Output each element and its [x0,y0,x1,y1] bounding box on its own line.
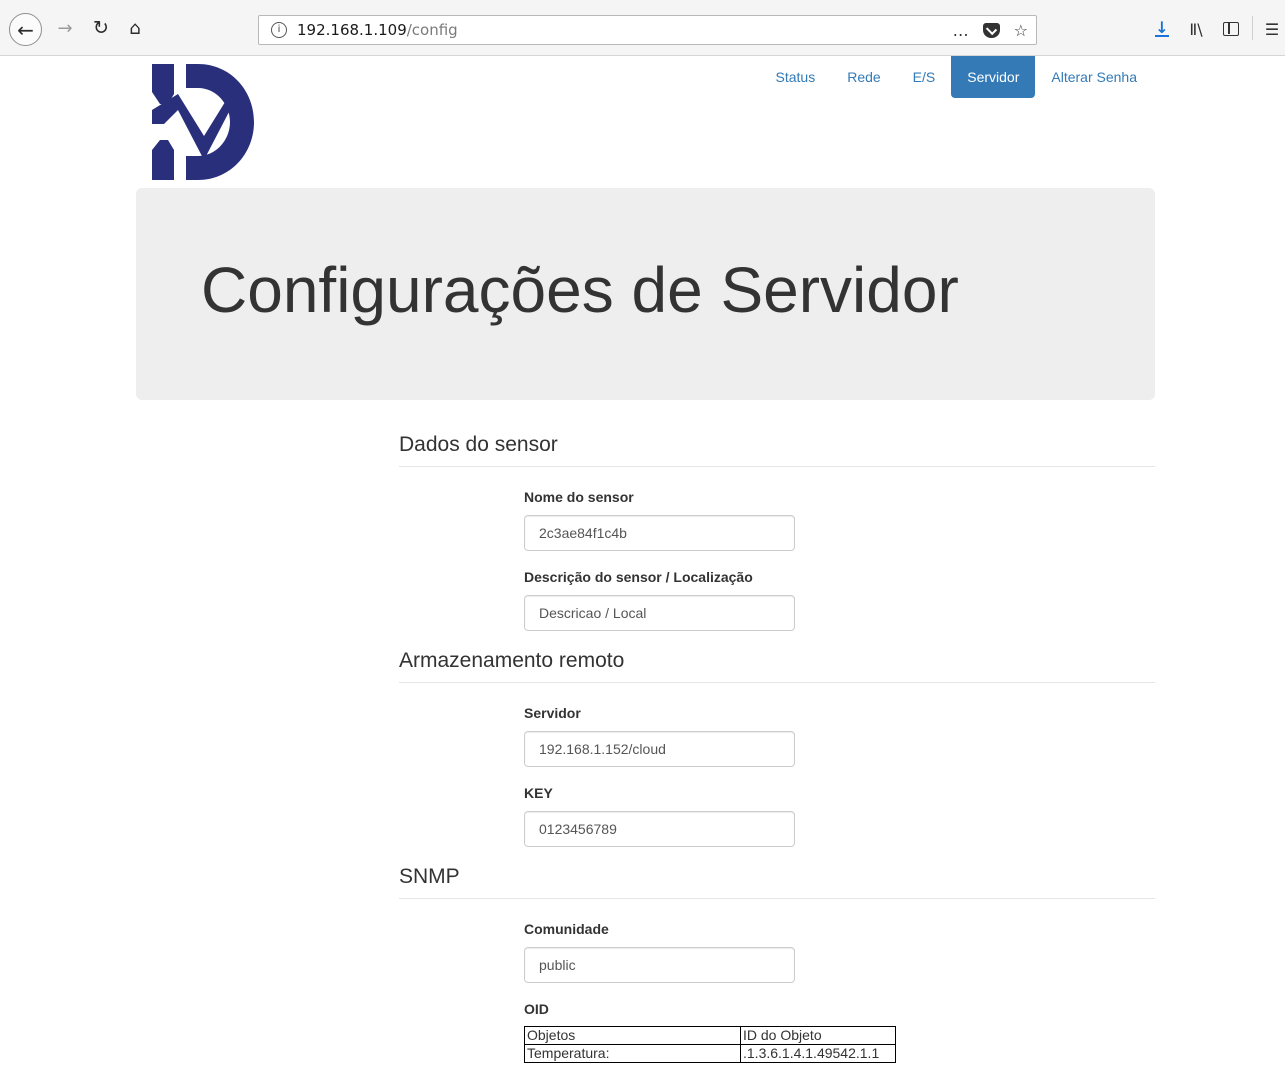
community-input[interactable] [524,947,795,983]
url-actions: … ☆ [953,16,1028,44]
download-icon[interactable]: ↓ [1152,18,1172,40]
nav-alterar-senha[interactable]: Alterar Senha [1035,56,1153,98]
address-bar[interactable]: i 192.168.1.109/config … ☆ [258,15,1037,45]
table-cell: Temperatura: [524,1044,741,1063]
server-input[interactable] [524,731,795,767]
section-title-sensor: Dados do sensor [399,433,1155,467]
oid-label: OID [524,1001,549,1017]
page-actions-icon[interactable]: … [953,21,969,40]
nav-es[interactable]: E/S [897,56,952,98]
home-icon[interactable]: ⌂ [122,14,148,42]
nav-status[interactable]: Status [760,56,832,98]
table-header-cell: Objetos [524,1026,741,1045]
sensor-name-label: Nome do sensor [524,489,634,505]
pocket-icon[interactable] [982,22,1000,38]
section-title-snmp: SNMP [399,865,1155,899]
info-icon[interactable]: i [271,22,287,38]
nav-rede[interactable]: Rede [831,56,896,98]
toolbar-divider [1252,16,1253,40]
sensor-description-input[interactable] [524,595,795,631]
community-label: Comunidade [524,921,609,937]
main-nav: Status Rede E/S Servidor Alterar Senha [760,56,1154,98]
table-header-cell: ID do Objeto [740,1026,896,1045]
oid-table: Objetos ID do Objeto Temperatura: .1.3.6… [524,1026,896,1063]
forward-arrow-icon[interactable]: → [52,14,78,42]
key-label: KEY [524,785,553,801]
sensor-name-input[interactable] [524,515,795,551]
table-header-row: Objetos ID do Objeto [524,1026,896,1045]
key-input[interactable] [524,811,795,847]
browser-toolbar: ← → ↻ ⌂ i 192.168.1.109/config … ☆ ↓ Ⅱ\ … [0,0,1285,56]
nav-servidor[interactable]: Servidor [951,56,1036,98]
bookmark-star-icon[interactable]: ☆ [1014,21,1028,40]
url-path: /config [406,21,458,39]
section-title-remote: Armazenamento remoto [399,649,1155,683]
sidebar-toggle-button[interactable] [1220,18,1242,40]
page-title: Configurações de Servidor [201,254,959,326]
back-arrow-icon[interactable]: ← [9,13,42,46]
server-label: Servidor [524,705,581,721]
hamburger-menu-icon[interactable]: ☰ [1262,18,1282,40]
table-cell: .1.3.6.1.4.1.49542.1.1 [740,1044,896,1063]
reload-icon[interactable]: ↻ [88,14,114,42]
sidebar-icon [1223,22,1239,36]
sensor-description-label: Descrição do sensor / Localização [524,569,753,585]
library-icon[interactable]: Ⅱ\ [1185,18,1207,40]
url-host: 192.168.1.109 [297,21,407,39]
table-row: Temperatura: .1.3.6.1.4.1.49542.1.1 [524,1044,896,1063]
company-logo [152,64,254,180]
page-header: Configurações de Servidor [136,188,1155,400]
